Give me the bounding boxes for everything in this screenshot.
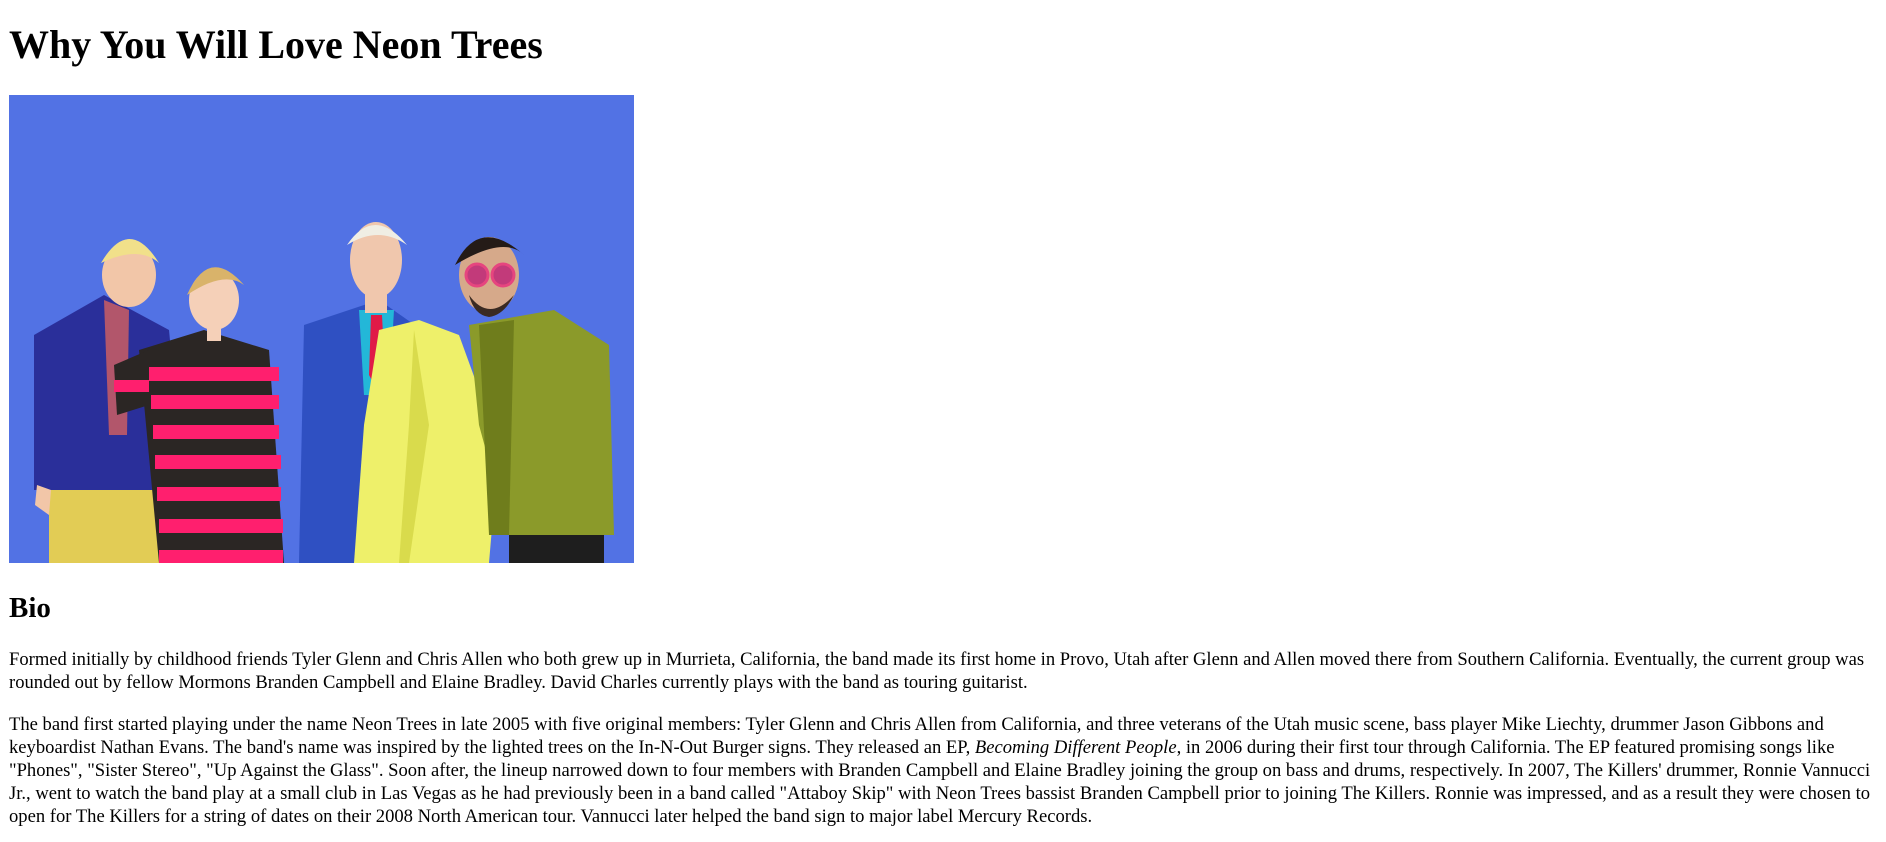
page: Why You Will Love Neon Trees Bio Formed … bbox=[0, 0, 1886, 828]
band-photo-illustration bbox=[9, 95, 634, 563]
bio-heading: Bio bbox=[9, 592, 51, 624]
page-title: Why You Will Love Neon Trees bbox=[9, 22, 543, 67]
bio-paragraph-2: The band first started playing under the… bbox=[9, 713, 1877, 828]
bio-paragraph-1: Formed initially by childhood friends Ty… bbox=[9, 649, 1865, 693]
ep-title: Becoming Different People bbox=[974, 737, 1177, 758]
band-photo bbox=[9, 95, 634, 563]
